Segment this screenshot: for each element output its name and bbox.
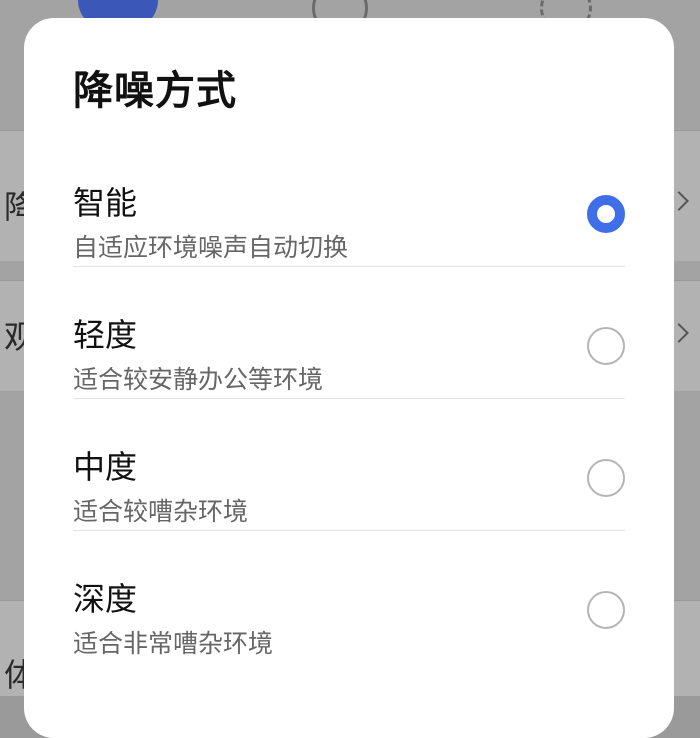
option-label: 深度 [73,580,138,618]
divider [73,398,625,399]
divider [73,266,625,267]
radio-button[interactable] [587,591,625,629]
option-label: 轻度 [73,316,138,354]
radio-button[interactable] [587,459,625,497]
divider [73,530,625,531]
noise-mode-dialog: 降噪方式 智能 自适应环境噪声自动切换 轻度 适合较安静办公等环境 中度 适合较… [24,18,674,738]
option-light[interactable]: 轻度 适合较安静办公等环境 [73,282,625,414]
option-description: 适合较嘈杂环境 [73,497,249,526]
option-description: 自适应环境噪声自动切换 [73,233,349,262]
option-label: 中度 [73,448,138,486]
option-description: 适合非常嘈杂环境 [73,629,274,658]
option-smart[interactable]: 智能 自适应环境噪声自动切换 [73,150,625,282]
option-description: 适合较安静办公等环境 [73,365,324,394]
option-label: 智能 [73,184,138,222]
option-medium[interactable]: 中度 适合较嘈杂环境 [73,414,625,546]
dialog-title: 降噪方式 [73,68,237,114]
radio-button-selected[interactable] [587,195,625,233]
radio-button[interactable] [587,327,625,365]
option-deep[interactable]: 深度 适合非常嘈杂环境 [73,546,625,678]
